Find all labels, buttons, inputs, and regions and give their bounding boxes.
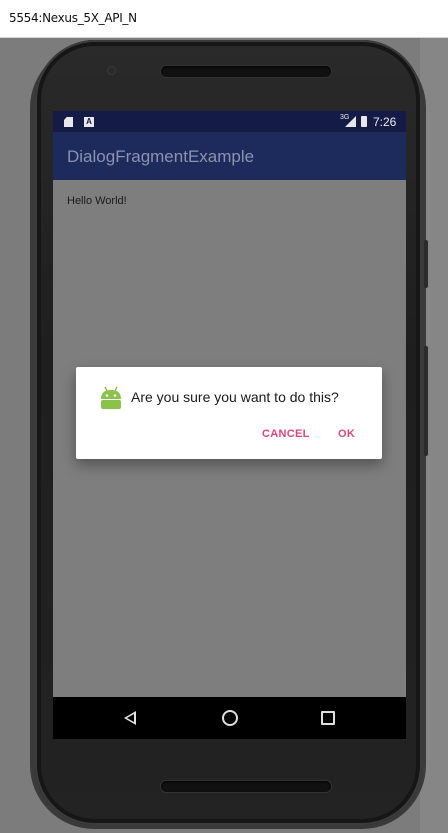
ok-button[interactable]: OK (338, 428, 355, 440)
top-speaker (161, 66, 331, 77)
app-bar: DialogFragmentExample (53, 132, 406, 180)
cancel-button[interactable]: CANCEL (262, 428, 310, 440)
front-camera-icon (108, 67, 115, 74)
status-bar: A 3G 7:26 (53, 111, 406, 132)
recents-icon[interactable] (321, 711, 335, 725)
a-notification-icon: A (84, 117, 94, 127)
window-titlebar: 5554:Nexus_5X_API_N (0, 0, 448, 38)
dialog-message: Are you sure you want to do this? (131, 389, 339, 405)
bottom-speaker (161, 781, 331, 792)
status-time: 7:26 (373, 115, 397, 129)
navigation-bar (53, 697, 406, 739)
sd-card-icon (64, 117, 73, 127)
back-icon[interactable] (124, 711, 136, 725)
app-title: DialogFragmentExample (67, 147, 255, 166)
confirm-dialog: Are you sure you want to do this? CANCEL… (76, 367, 382, 459)
network-type: 3G (340, 114, 350, 121)
home-icon[interactable] (222, 710, 238, 726)
power-button[interactable] (424, 240, 428, 288)
window-title: 5554:Nexus_5X_API_N (9, 11, 137, 25)
battery-icon (361, 116, 367, 127)
body-text: Hello World! (67, 195, 127, 207)
android-icon (101, 386, 121, 409)
volume-button[interactable] (424, 346, 428, 456)
